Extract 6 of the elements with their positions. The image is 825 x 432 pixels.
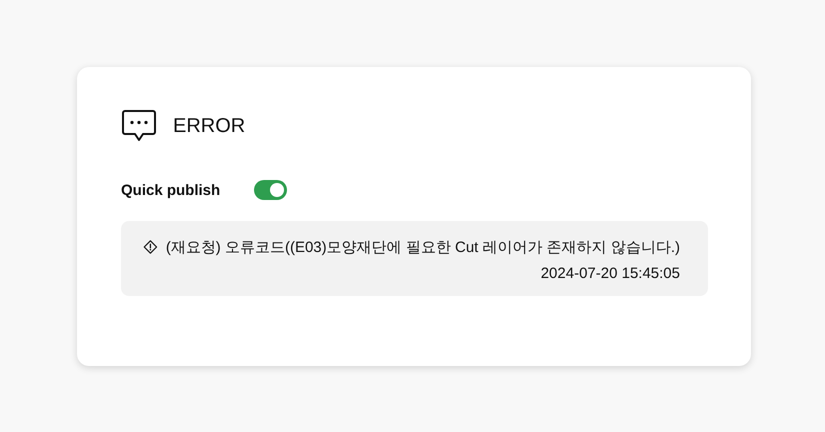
card-title: ERROR — [173, 114, 246, 138]
timestamp: 2024-07-20 15:45:05 — [540, 265, 680, 282]
quick-publish-toggle[interactable] — [254, 180, 288, 200]
error-message: (재요청) 오류코드((E03)모양재단에 필요한 Cut 레이어가 존재하지 않습니다.) — [166, 238, 680, 256]
chat-bubble-icon — [121, 109, 157, 143]
quick-publish-label: Quick publish — [121, 182, 220, 198]
